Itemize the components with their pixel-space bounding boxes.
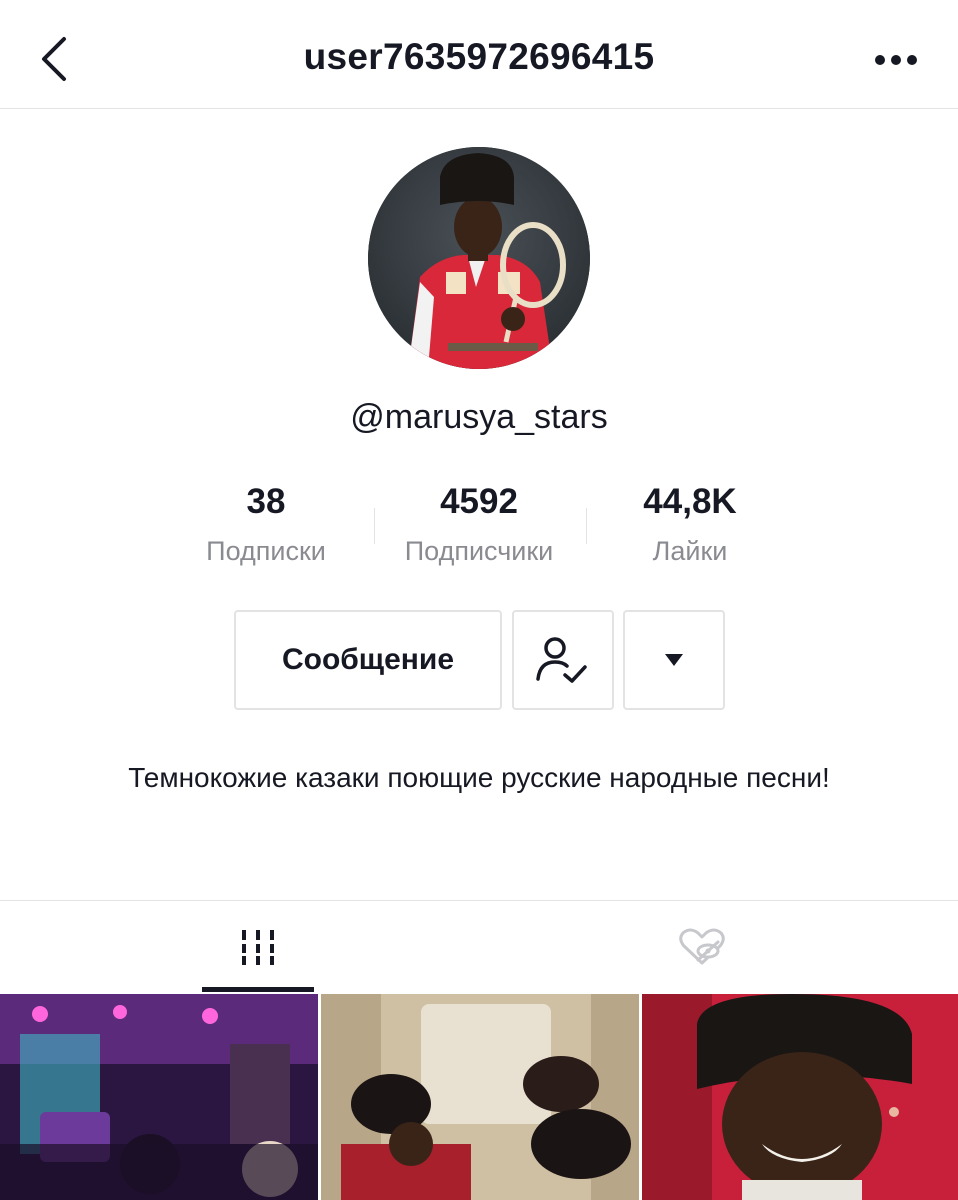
video-thumbnail[interactable] (321, 994, 639, 1200)
stat-followers-value: 4592 (440, 482, 518, 521)
top-bar: user7635972696415 (0, 0, 958, 109)
stat-likes-label: Лайки (652, 536, 728, 566)
caret-down-icon (665, 654, 683, 666)
stat-following-label: Подписки (206, 536, 326, 566)
profile-tabs (0, 900, 958, 993)
message-button[interactable]: Сообщение (234, 610, 502, 710)
more-dots-icon (875, 55, 917, 65)
profile-stats: 38 Подписки 4592 Подписчики 44,8K Лайки (0, 480, 958, 580)
stat-likes-value: 44,8K (643, 482, 737, 521)
page-title: user7635972696415 (303, 36, 655, 77)
stat-following-value: 38 (246, 482, 286, 521)
stat-divider (586, 508, 587, 544)
tab-liked[interactable] (646, 901, 758, 993)
avatar[interactable] (368, 147, 590, 369)
following-button[interactable] (512, 610, 614, 710)
video-grid-icon (242, 930, 274, 965)
person-check-icon (536, 637, 587, 683)
stat-followers-label: Подписчики (404, 536, 554, 566)
avatar-image (368, 147, 590, 369)
more-options-button[interactable] (866, 40, 926, 80)
stat-divider (374, 508, 375, 544)
liked-hidden-icon (679, 928, 725, 965)
profile-bio: Темнокожие казаки поющие русские народны… (128, 762, 830, 793)
profile-username: @marusya_stars (350, 398, 608, 436)
suggested-accounts-dropdown[interactable] (623, 610, 725, 710)
video-grid (0, 994, 958, 1200)
stat-following[interactable]: 38 Подписки (196, 480, 336, 567)
video-thumbnail[interactable] (642, 994, 958, 1200)
stat-followers[interactable]: 4592 Подписчики (389, 480, 569, 567)
active-tab-indicator (202, 987, 314, 992)
video-thumbnail[interactable] (0, 994, 318, 1200)
stat-likes[interactable]: 44,8K Лайки (620, 480, 760, 567)
tab-videos[interactable] (202, 901, 314, 993)
